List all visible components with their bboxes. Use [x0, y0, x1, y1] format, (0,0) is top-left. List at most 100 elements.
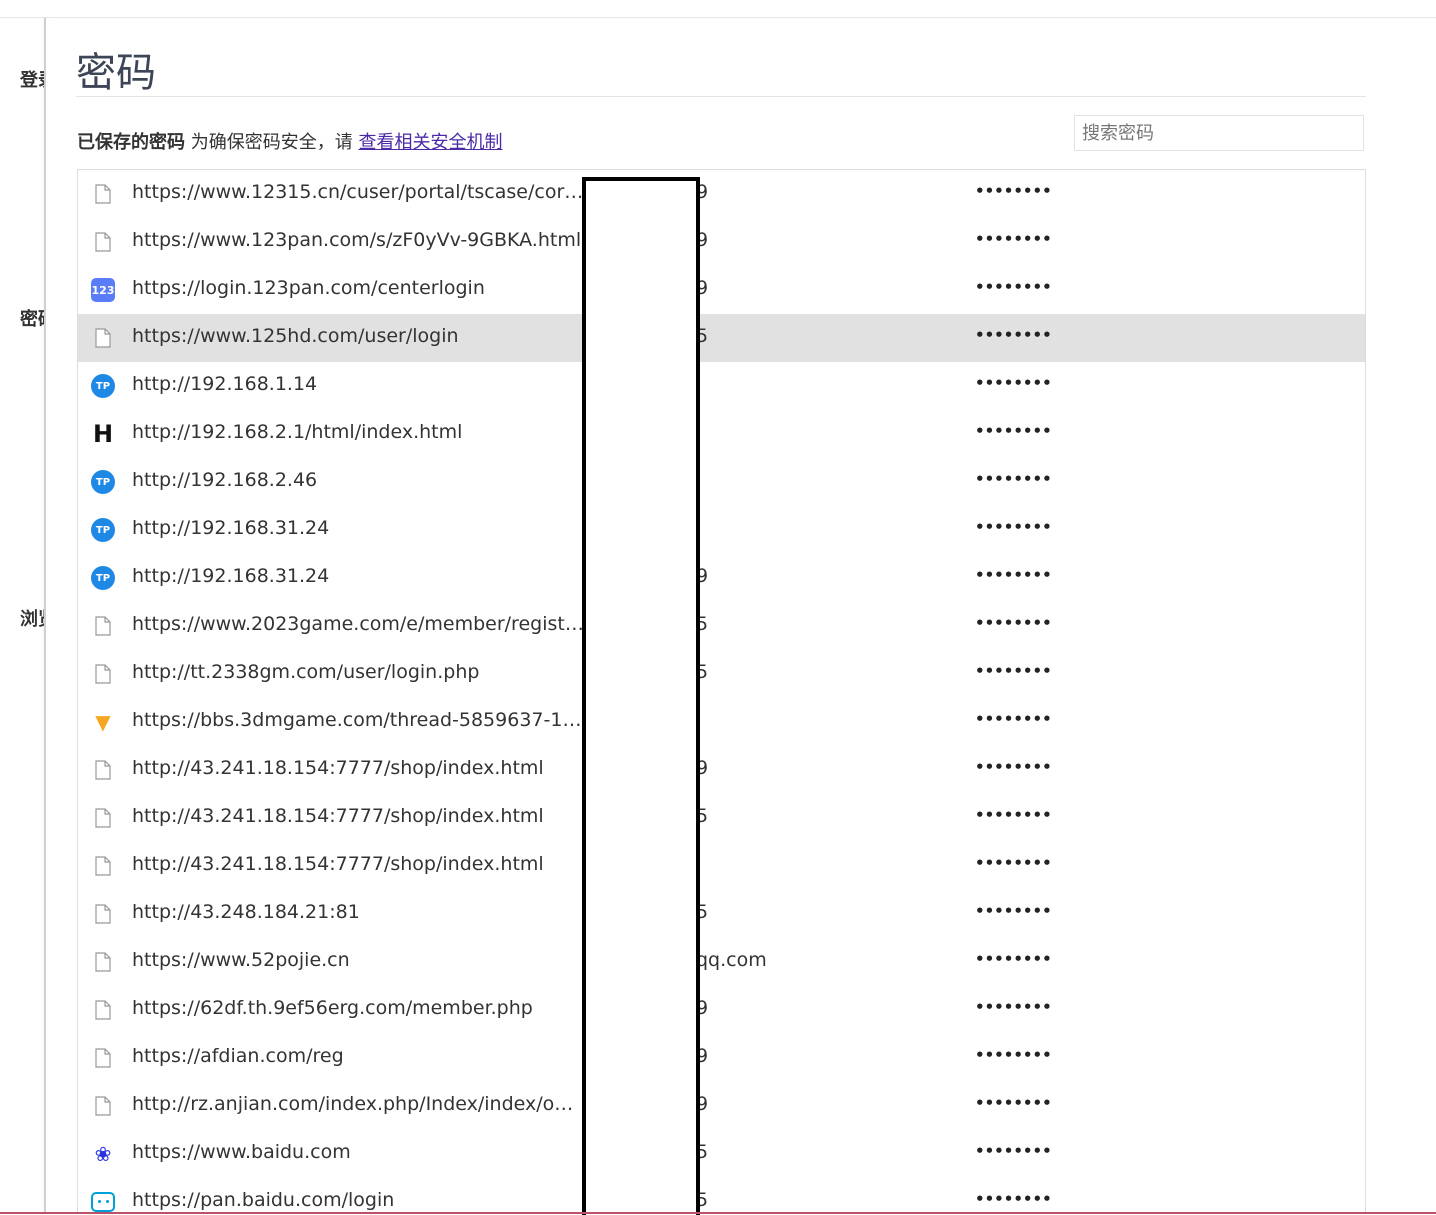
- site-url: https://bbs.3dmgame.com/thread-5859637-1…: [132, 709, 584, 731]
- sidebar-item-login[interactable]: 登录: [20, 66, 44, 92]
- masked-password: ••••••••: [975, 470, 1052, 488]
- masked-password: ••••••••: [975, 902, 1052, 920]
- site-url: http://tt.2338gm.com/user/login.php: [132, 661, 480, 683]
- site-url: http://192.168.31.24: [132, 565, 330, 587]
- saved-passwords-header: 已保存的密码 为确保密码安全，请 查看相关安全机制: [77, 128, 502, 154]
- site-url: http://rz.anjian.com/index.php/Index/ind…: [132, 1093, 584, 1115]
- masked-password: ••••••••: [975, 566, 1052, 584]
- site-url: https://www.123pan.com/s/zF0yVv-9GBKA.ht…: [132, 229, 582, 251]
- site-url: http://192.168.1.14: [132, 373, 318, 395]
- tp-link-icon: TP: [91, 566, 115, 590]
- password-row[interactable]: http://rz.anjian.com/index.php/Index/ind…: [78, 1082, 1365, 1130]
- password-row[interactable]: TP http://192.168.31.24 9 ••••••••: [78, 554, 1365, 602]
- site-url: https://afdian.com/reg: [132, 1045, 344, 1067]
- passwords-panel: 密码 已保存的密码 为确保密码安全，请 查看相关安全机制 https://www…: [46, 18, 1436, 1212]
- password-row[interactable]: ▼ https://bbs.3dmgame.com/thread-5859637-…: [78, 698, 1365, 746]
- masked-password: ••••••••: [975, 950, 1052, 968]
- site-url: https://www.12315.cn/cuser/portal/tscase…: [132, 181, 584, 203]
- site-url: https://www.2023game.com/e/member/regist…: [132, 613, 584, 635]
- password-row[interactable]: https://www.125hd.com/user/login 5 •••••••…: [78, 314, 1365, 362]
- sidebar-item-passwords[interactable]: 密码: [20, 305, 44, 331]
- page-title: 密码: [76, 50, 156, 96]
- password-list: https://www.12315.cn/cuser/portal/tscase…: [77, 169, 1366, 1212]
- site-url: http://43.241.18.154:7777/shop/index.htm…: [132, 853, 544, 875]
- masked-password: ••••••••: [975, 1094, 1052, 1112]
- password-row[interactable]: https://www.12315.cn/cuser/portal/tscase…: [78, 170, 1365, 218]
- site-url: https://login.123pan.com/centerlogin: [132, 277, 485, 299]
- username: qq.com: [696, 949, 767, 971]
- password-row[interactable]: TP http://192.168.1.14 ••••••••: [78, 362, 1365, 410]
- masked-password: ••••••••: [975, 806, 1052, 824]
- page-icon: [91, 998, 115, 1022]
- password-row[interactable]: Hhttp://192.168.2.1/html/index.html •••••…: [78, 410, 1365, 458]
- page-icon: [91, 1046, 115, 1070]
- page-icon: [91, 902, 115, 926]
- page-icon: [91, 1094, 115, 1118]
- site-url: http://192.168.2.1/html/index.html: [132, 421, 463, 443]
- password-row[interactable]: http://43.241.18.154:7777/shop/index.htm…: [78, 746, 1365, 794]
- page-icon: [91, 662, 115, 686]
- page-icon: [91, 326, 115, 350]
- page-icon: [91, 230, 115, 254]
- site-url: http://43.248.184.21:81: [132, 901, 360, 923]
- redaction-box: [582, 177, 700, 1215]
- title-divider: [76, 96, 1366, 97]
- masked-password: ••••••••: [975, 854, 1052, 872]
- password-row[interactable]: http://43.241.18.154:7777/shop/index.htm…: [78, 842, 1365, 890]
- page-icon: [91, 614, 115, 638]
- masked-password: ••••••••: [975, 998, 1052, 1016]
- masked-password: ••••••••: [975, 1142, 1052, 1160]
- password-row[interactable]: http://43.248.184.21:81 5 ••••••••: [78, 890, 1365, 938]
- masked-password: ••••••••: [975, 182, 1052, 200]
- password-row[interactable]: https://www.123pan.com/s/zF0yVv-9GBKA.ht…: [78, 218, 1365, 266]
- masked-password: ••••••••: [975, 662, 1052, 680]
- masked-password: ••••••••: [975, 278, 1052, 296]
- saved-passwords-label: 已保存的密码: [77, 132, 185, 153]
- password-row[interactable]: https://62df.th.9ef56erg.com/member.php 9…: [78, 986, 1365, 1034]
- page-icon: [91, 950, 115, 974]
- site-url: http://192.168.2.46: [132, 469, 318, 491]
- h-icon: H: [92, 420, 114, 448]
- masked-password: ••••••••: [975, 1190, 1052, 1208]
- password-row[interactable]: TP http://192.168.2.46 ••••••••: [78, 458, 1365, 506]
- masked-password: ••••••••: [975, 326, 1052, 344]
- password-row[interactable]: 123 https://login.123pan.com/centerlogin 9…: [78, 266, 1365, 314]
- masked-password: ••••••••: [975, 710, 1052, 728]
- search-passwords-input[interactable]: [1074, 115, 1364, 151]
- password-row[interactable]: ❀ https://www.baidu.com 5 ••••••••: [78, 1130, 1365, 1178]
- settings-sidebar: 登录 密码 浏览: [0, 18, 44, 1212]
- site-url: https://62df.th.9ef56erg.com/member.php: [132, 997, 533, 1019]
- saved-passwords-desc: 为确保密码安全，请: [185, 132, 359, 153]
- site-url: https://www.125hd.com/user/login: [132, 325, 459, 347]
- password-row[interactable]: https://www.2023game.com/e/member/regist…: [78, 602, 1365, 650]
- baidu-icon: ❀: [94, 1142, 112, 1166]
- security-mechanism-link[interactable]: 查看相关安全机制: [358, 132, 502, 153]
- page-icon: [91, 182, 115, 206]
- bilibili-icon: [91, 1190, 115, 1212]
- 123pan-icon: 123: [91, 278, 115, 302]
- settings-page: 登录 密码 浏览 密码 已保存的密码 为确保密码安全，请 查看相关安全机制 ht…: [0, 0, 1436, 1215]
- masked-password: ••••••••: [975, 230, 1052, 248]
- password-row[interactable]: http://43.241.18.154:7777/shop/index.htm…: [78, 794, 1365, 842]
- tp-link-icon: TP: [91, 374, 115, 398]
- bottom-border: [0, 1212, 1436, 1214]
- masked-password: ••••••••: [975, 422, 1052, 440]
- 3dm-icon: ▼: [95, 710, 111, 734]
- page-icon: [91, 806, 115, 830]
- tp-link-icon: TP: [91, 470, 115, 494]
- tp-link-icon: TP: [91, 518, 115, 542]
- password-row[interactable]: http://tt.2338gm.com/user/login.php 5 ••••…: [78, 650, 1365, 698]
- masked-password: ••••••••: [975, 758, 1052, 776]
- password-row[interactable]: https://pan.baidu.com/login 5 ••••••••: [78, 1178, 1365, 1212]
- password-row[interactable]: https://www.52pojie.cn qq.com ••••••••: [78, 938, 1365, 986]
- site-url: https://pan.baidu.com/login: [132, 1189, 395, 1211]
- site-url: http://43.241.18.154:7777/shop/index.htm…: [132, 757, 544, 779]
- masked-password: ••••••••: [975, 1046, 1052, 1064]
- page-icon: [91, 758, 115, 782]
- password-row[interactable]: https://afdian.com/reg 9 ••••••••: [78, 1034, 1365, 1082]
- site-url: http://192.168.31.24: [132, 517, 330, 539]
- password-row[interactable]: TP http://192.168.31.24 ••••••••: [78, 506, 1365, 554]
- page-icon: [91, 854, 115, 878]
- site-url: http://43.241.18.154:7777/shop/index.htm…: [132, 805, 544, 827]
- sidebar-item-browse[interactable]: 浏览: [20, 605, 44, 631]
